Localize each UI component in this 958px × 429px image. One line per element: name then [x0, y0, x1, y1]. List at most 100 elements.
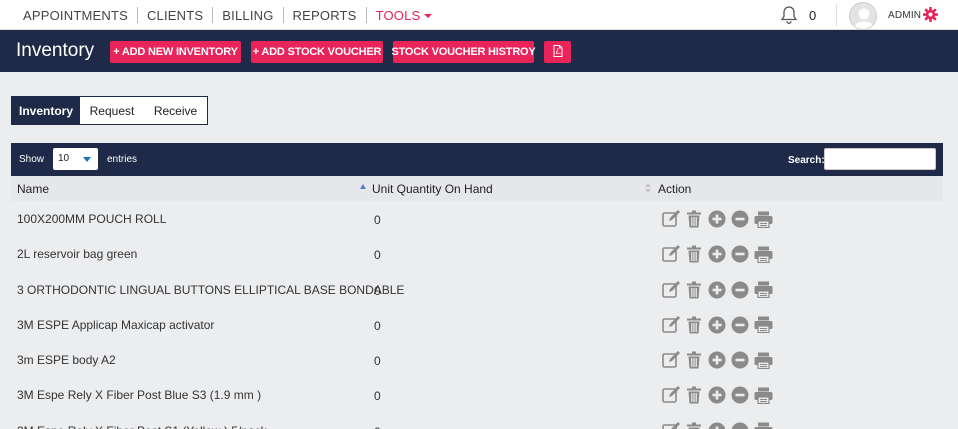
trash-icon[interactable] [684, 350, 704, 370]
minus-circle-icon[interactable] [730, 209, 750, 229]
plus-circle-icon[interactable] [707, 385, 727, 405]
edit-icon[interactable] [661, 350, 681, 370]
table-body: 100X200MM POUCH ROLL 0 2L reservoir bag … [11, 201, 943, 429]
print-icon[interactable] [753, 280, 773, 300]
plus-circle-icon[interactable] [707, 315, 727, 335]
plus-circle-icon[interactable] [707, 280, 727, 300]
nav-tools-dropdown[interactable]: TOOLS [367, 8, 442, 23]
minus-circle-icon[interactable] [730, 244, 750, 264]
pdf-export-button[interactable] [544, 41, 571, 63]
trash-icon[interactable] [684, 209, 704, 229]
edit-icon[interactable] [661, 209, 681, 229]
item-name: 100X200MM POUCH ROLL [17, 212, 167, 226]
main-menu: APPOINTMENTS CLIENTS BILLING REPORTS TOO… [14, 0, 441, 30]
search-label: Search: [788, 155, 825, 166]
row-actions [661, 209, 776, 229]
entries-label: entries [107, 154, 138, 165]
row-actions [661, 350, 776, 370]
add-stock-voucher-button[interactable]: + ADD STOCK VOUCHER [251, 41, 383, 63]
row-actions [661, 244, 776, 264]
minus-circle-icon[interactable] [730, 315, 750, 335]
item-name: 3m ESPE body A2 [17, 353, 116, 368]
nav-reports[interactable]: REPORTS [284, 8, 366, 23]
item-name: 2L reservoir bag green [17, 247, 138, 262]
row-actions [661, 315, 776, 335]
page-size-select[interactable]: 10 [53, 148, 98, 170]
tab-inventory[interactable]: Inventory [12, 97, 80, 124]
trash-icon[interactable] [684, 244, 704, 264]
add-new-inventory-button[interactable]: + ADD NEW INVENTORY [110, 41, 241, 63]
edit-icon[interactable] [661, 385, 681, 405]
gear-icon[interactable] [923, 7, 938, 25]
minus-circle-icon[interactable] [730, 421, 750, 429]
table-row: 3M Espe Rely X Fiber Post S1 (Yellow ) 5… [11, 413, 943, 429]
show-label: Show [19, 154, 45, 165]
item-name: 3M Espe Rely X Fiber Post S1 (Yellow ) 5… [17, 424, 267, 429]
user-name[interactable]: ADMIN [888, 10, 921, 21]
item-quantity: 0 [374, 283, 381, 298]
tab-request[interactable]: Request [80, 97, 144, 124]
item-quantity: 0 [374, 213, 381, 227]
row-actions [661, 280, 776, 300]
pdf-icon [553, 44, 563, 60]
sort-ascending-icon[interactable] [360, 184, 366, 189]
trash-icon[interactable] [684, 385, 704, 405]
nav-tools-label: TOOLS [375, 7, 421, 23]
row-actions [661, 421, 776, 429]
item-name: 3 ORTHODONTIC LINGUAL BUTTONS ELLIPTICAL… [17, 282, 405, 297]
table-header: Name Unit Quantity On Hand Action [11, 176, 943, 201]
edit-icon[interactable] [661, 280, 681, 300]
top-navigation: APPOINTMENTS CLIENTS BILLING REPORTS TOO… [0, 0, 958, 30]
minus-circle-icon[interactable] [730, 385, 750, 405]
item-name: 3M ESPE Applicap Maxicap activator [17, 317, 215, 332]
sort-icon[interactable] [645, 183, 651, 195]
table-toolbar: Show 10 entries Search: [11, 143, 943, 176]
edit-icon[interactable] [661, 421, 681, 429]
notification-count: 0 [809, 8, 817, 23]
row-actions [661, 385, 776, 405]
search-input[interactable] [824, 148, 936, 170]
edit-icon[interactable] [661, 244, 681, 264]
bell-icon[interactable] [780, 5, 798, 28]
stock-voucher-history-button[interactable]: STOCK VOUCHER HISTROY [391, 41, 536, 63]
table-row: 3 ORTHODONTIC LINGUAL BUTTONS ELLIPTICAL… [11, 272, 943, 307]
item-name: 3M Espe Rely X Fiber Post Blue S3 (1.9 m… [17, 388, 262, 403]
tab-receive[interactable]: Receive [144, 97, 207, 124]
page-header: Inventory + ADD NEW INVENTORY + ADD STOC… [0, 30, 958, 72]
inventory-table: Name Unit Quantity On Hand Action 100X20… [11, 176, 943, 429]
print-icon[interactable] [753, 385, 773, 405]
page-title: Inventory [16, 40, 95, 61]
minus-circle-icon[interactable] [730, 350, 750, 370]
nav-clients[interactable]: CLIENTS [138, 8, 212, 23]
avatar[interactable] [849, 2, 877, 30]
table-row: 3M Espe Rely X Fiber Post Blue S3 (1.9 m… [11, 377, 943, 412]
table-row: 100X200MM POUCH ROLL 0 [11, 201, 943, 236]
plus-circle-icon[interactable] [707, 421, 727, 429]
column-header-name[interactable]: Name [17, 182, 49, 196]
plus-circle-icon[interactable] [707, 244, 727, 264]
trash-icon[interactable] [684, 421, 704, 429]
minus-circle-icon[interactable] [730, 280, 750, 300]
item-quantity: 0 [374, 318, 381, 333]
column-header-quantity[interactable]: Unit Quantity On Hand [372, 182, 493, 196]
plus-circle-icon[interactable] [707, 350, 727, 370]
edit-icon[interactable] [661, 315, 681, 335]
nav-appointments[interactable]: APPOINTMENTS [14, 8, 137, 23]
table-row: 3m ESPE body A2 0 [11, 342, 943, 377]
caret-down-icon [424, 14, 433, 19]
trash-icon[interactable] [684, 280, 704, 300]
print-icon[interactable] [753, 350, 773, 370]
print-icon[interactable] [753, 244, 773, 264]
table-row: 2L reservoir bag green 0 [11, 236, 943, 271]
print-icon[interactable] [753, 209, 773, 229]
print-icon[interactable] [753, 421, 773, 429]
nav-billing[interactable]: BILLING [213, 8, 282, 23]
item-quantity: 0 [374, 354, 381, 369]
item-quantity: 0 [374, 389, 381, 404]
trash-icon[interactable] [684, 315, 704, 335]
print-icon[interactable] [753, 315, 773, 335]
item-quantity: 0 [374, 248, 381, 263]
page-size-value: 10 [58, 153, 70, 164]
plus-circle-icon[interactable] [707, 209, 727, 229]
column-header-action: Action [658, 182, 692, 196]
